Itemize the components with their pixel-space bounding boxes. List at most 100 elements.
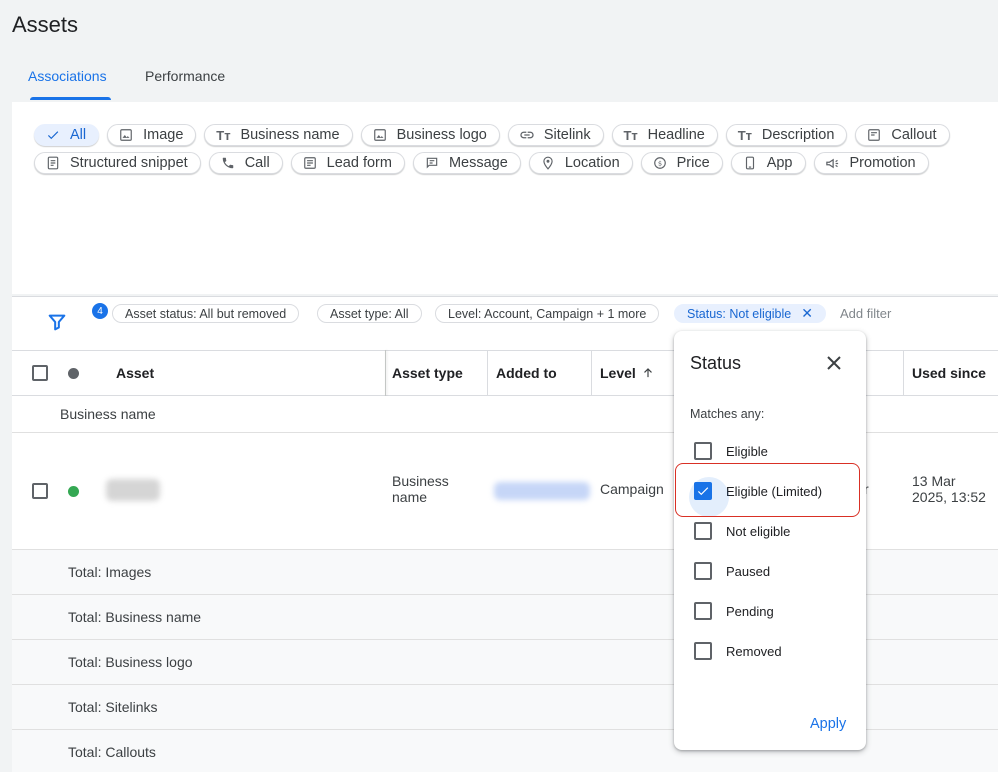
- chip-label: Callout: [891, 127, 937, 143]
- total-label: Total: Images: [68, 564, 152, 580]
- message-icon: [424, 155, 440, 171]
- filter-count-badge: 4: [92, 303, 108, 319]
- chip-lead-form[interactable]: Lead form: [290, 152, 405, 174]
- used-since-cell: 13 Mar 2025, 13:52: [912, 473, 986, 505]
- chip-label: Promotion: [849, 155, 916, 171]
- asset-type-line: Business: [392, 473, 449, 489]
- text-icon: Tт: [623, 127, 638, 143]
- filter-chip-asset-status[interactable]: Asset status: All but removed: [112, 304, 300, 323]
- filter-chip-status[interactable]: Status: Not eligible ✕: [674, 304, 826, 323]
- total-label: Total: Sitelinks: [68, 699, 158, 715]
- header-asset-type[interactable]: Asset type: [392, 351, 463, 395]
- link-icon: [519, 127, 535, 143]
- chip-app[interactable]: App: [730, 152, 806, 174]
- header-level[interactable]: Level: [600, 351, 655, 395]
- close-icon[interactable]: [822, 351, 846, 375]
- status-option-not-eligible[interactable]: Not eligible: [690, 516, 790, 546]
- chip-business-name[interactable]: Tт Business name: [204, 124, 353, 146]
- chip-label: Price: [676, 155, 710, 171]
- chip-label: Location: [564, 155, 620, 171]
- chip-callout[interactable]: Callout: [855, 124, 950, 146]
- chip-label: Image: [143, 127, 184, 143]
- snippet-icon: [45, 155, 61, 171]
- callout-icon: [866, 127, 882, 143]
- used-since-line: 13 Mar: [912, 473, 956, 489]
- text-icon: Tт: [737, 127, 753, 143]
- filter-chip-label: Status: Not eligible: [687, 306, 792, 321]
- asset-thumbnail: [106, 479, 160, 501]
- chip-business-logo[interactable]: Business logo: [360, 124, 500, 146]
- chip-label: Business name: [240, 127, 340, 143]
- asset-type-chips-panel: All Image Tт Business name Business logo…: [12, 102, 998, 294]
- status-option-pending[interactable]: Pending: [690, 596, 774, 626]
- location-pin-icon: [540, 155, 556, 171]
- asset-type-cell: Business name: [392, 473, 449, 505]
- header-used-since[interactable]: Used since: [912, 351, 986, 395]
- image-icon: [372, 127, 388, 143]
- check-icon: [45, 127, 61, 143]
- chip-image[interactable]: Image: [107, 124, 197, 146]
- svg-text:$: $: [658, 159, 662, 167]
- image-icon: [118, 127, 134, 143]
- group-label: Business name: [60, 406, 156, 422]
- chip-promotion[interactable]: Promotion: [813, 152, 929, 174]
- chip-structured-snippet[interactable]: Structured snippet: [34, 152, 201, 174]
- text-icon: Tт: [216, 127, 231, 143]
- option-label: Not eligible: [726, 523, 791, 539]
- status-option-removed[interactable]: Removed: [690, 636, 782, 666]
- chip-message[interactable]: Message: [412, 152, 521, 174]
- row-checkbox[interactable]: [32, 483, 48, 499]
- total-label: Total: Business logo: [68, 654, 193, 670]
- chip-label: Headline: [647, 127, 705, 143]
- checkbox[interactable]: [694, 562, 712, 580]
- status-option-paused[interactable]: Paused: [690, 556, 770, 586]
- chip-label: Message: [448, 155, 508, 171]
- filter-chip-level[interactable]: Level: Account, Campaign + 1 more: [435, 304, 660, 323]
- phone-icon: [220, 155, 236, 171]
- added-to-link[interactable]: [494, 482, 590, 500]
- active-tab-indicator: [30, 97, 111, 100]
- header-level-label: Level: [600, 365, 636, 381]
- chip-label: Structured snippet: [70, 155, 188, 171]
- megaphone-icon: [825, 155, 841, 171]
- chip-description[interactable]: Tт Description: [725, 124, 848, 146]
- chip-price[interactable]: $ Price: [640, 152, 723, 174]
- arrow-up-icon: [643, 368, 652, 378]
- tab-performance[interactable]: Performance: [145, 60, 225, 100]
- status-enabled-dot-icon: [68, 486, 79, 497]
- option-label: Pending: [726, 603, 774, 619]
- chip-all[interactable]: All: [34, 124, 100, 146]
- asset-type-line: name: [392, 489, 428, 505]
- chip-label: Sitelink: [543, 127, 591, 143]
- header-added-to[interactable]: Added to: [496, 351, 557, 395]
- option-label: Paused: [726, 563, 771, 579]
- chip-location[interactable]: Location: [528, 152, 633, 174]
- total-label: Total: Business name: [68, 609, 202, 625]
- chip-sitelink[interactable]: Sitelink: [507, 124, 604, 146]
- price-icon: $: [652, 155, 668, 171]
- close-icon[interactable]: ✕: [801, 305, 813, 322]
- checkbox[interactable]: [694, 522, 712, 540]
- total-label: Total: Callouts: [68, 744, 156, 760]
- option-label: Removed: [726, 643, 782, 659]
- status-filter-popover: Status Matches any: Eligible Eligible (L…: [674, 331, 866, 750]
- chip-label: Description: [761, 127, 835, 143]
- chip-call[interactable]: Call: [208, 152, 283, 174]
- checkbox[interactable]: [694, 642, 712, 660]
- add-filter-link[interactable]: Add filter: [840, 306, 891, 321]
- apply-button[interactable]: Apply: [810, 716, 846, 732]
- page-title: Assets: [12, 12, 79, 37]
- filter-icon[interactable]: 4: [46, 303, 108, 331]
- chip-headline[interactable]: Tт Headline: [611, 124, 718, 146]
- header-asset[interactable]: Asset: [116, 351, 154, 395]
- selection-highlight: [675, 463, 860, 517]
- chip-label: Lead form: [326, 155, 392, 171]
- tab-bar: Associations Performance: [12, 60, 998, 100]
- select-all-checkbox[interactable]: [32, 365, 48, 381]
- checkbox[interactable]: [694, 602, 712, 620]
- chip-label: Business logo: [396, 127, 487, 143]
- status-option-eligible[interactable]: Eligible: [690, 436, 768, 466]
- tab-associations[interactable]: Associations: [28, 60, 107, 100]
- checkbox[interactable]: [694, 442, 712, 460]
- filter-chip-asset-type[interactable]: Asset type: All: [317, 304, 422, 323]
